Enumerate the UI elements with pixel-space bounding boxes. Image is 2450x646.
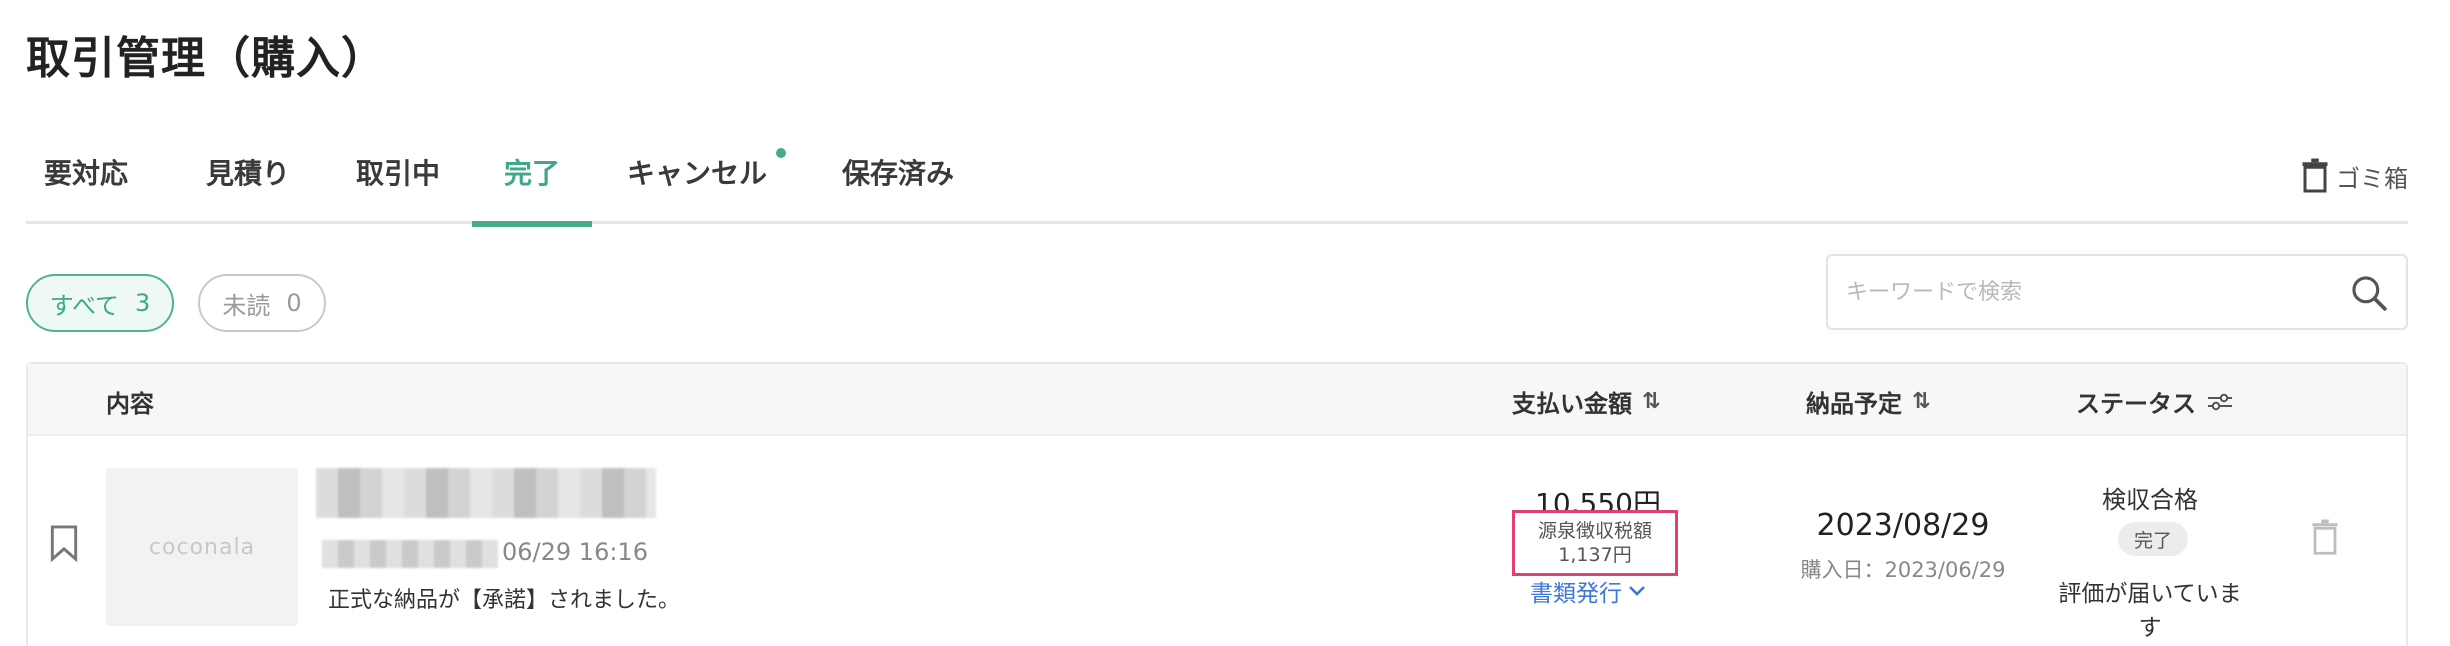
filter-unread-label: 未読 xyxy=(222,291,271,320)
blurred-seller-name xyxy=(322,540,498,568)
filter-unread[interactable]: 未読 0 xyxy=(198,274,326,332)
tab-cancelled[interactable]: キャンセル xyxy=(622,148,786,224)
tab-completed[interactable]: 完了 xyxy=(472,152,592,227)
withholding-tax-label: 源泉徴収税額 xyxy=(1537,520,1652,542)
table-header: 内容 支払い金額 ⇅ 納品予定 ⇅ ステータス xyxy=(28,364,2406,436)
header-content: 内容 xyxy=(106,384,154,419)
delivery-date: 2023/08/29 xyxy=(1816,508,1990,543)
header-delivery-label: 納品予定 xyxy=(1806,390,1902,418)
tab-cancelled-label: キャンセル xyxy=(626,157,767,190)
status-text: 検収合格 xyxy=(2102,486,2198,514)
status-badge: 完了 xyxy=(2118,522,2188,556)
withholding-tax-amount: 1,137円 xyxy=(1558,544,1632,566)
review-notice: 評価が届いています xyxy=(2058,581,2242,641)
document-issue-label: 書類発行 xyxy=(1530,581,1622,607)
filter-unread-count: 0 xyxy=(286,289,302,317)
trash-link[interactable]: ゴミ箱 xyxy=(2300,158,2408,194)
filter-settings-icon[interactable] xyxy=(2206,391,2234,413)
search-icon[interactable] xyxy=(2350,274,2388,312)
page-title: 取引管理（購入） xyxy=(26,33,386,84)
search-input[interactable] xyxy=(1846,256,2326,328)
header-delivery[interactable]: 納品予定 ⇅ xyxy=(1806,384,1930,419)
sort-icon[interactable]: ⇅ xyxy=(1642,389,1660,414)
header-status[interactable]: ステータス xyxy=(2076,384,2234,419)
item-message: 正式な納品が【承諾】されました。 xyxy=(328,588,681,613)
chevron-down-icon xyxy=(1629,586,1645,596)
filter-all-label: すべて xyxy=(49,291,120,320)
tab-in-progress[interactable]: 取引中 xyxy=(352,152,444,224)
item-date: 06/29 16:16 xyxy=(502,538,648,566)
filter-all-count: 3 xyxy=(135,289,151,317)
trash-icon xyxy=(2302,158,2328,193)
transactions-table: 内容 支払い金額 ⇅ 納品予定 ⇅ ステータス coconala 06/29 1… xyxy=(26,362,2408,646)
header-amount[interactable]: 支払い金額 ⇅ xyxy=(1512,384,1660,419)
header-amount-label: 支払い金額 xyxy=(1512,390,1632,418)
header-status-label: ステータス xyxy=(2076,390,2196,418)
notification-dot xyxy=(776,148,786,158)
blurred-service-title[interactable] xyxy=(316,468,656,518)
sort-icon[interactable]: ⇅ xyxy=(1912,389,1930,414)
header-content-label: 内容 xyxy=(106,390,154,418)
tab-saved[interactable]: 保存済み xyxy=(838,152,958,224)
search-box xyxy=(1826,254,2408,330)
filter-all[interactable]: すべて 3 xyxy=(26,274,174,332)
trash-link-label: ゴミ箱 xyxy=(2336,164,2408,193)
tab-bar: 要対応 見積り 取引中 完了 キャンセル 保存済み ゴミ箱 xyxy=(26,138,2408,227)
document-issue-dropdown[interactable]: 書類発行 xyxy=(1530,574,1646,608)
trash-icon[interactable] xyxy=(2310,518,2340,556)
tab-action-required[interactable]: 要対応 xyxy=(40,152,132,224)
tab-quotes[interactable]: 見積り xyxy=(202,152,294,224)
thumbnail-logo: coconala xyxy=(148,534,256,560)
bookmark-icon[interactable] xyxy=(48,524,80,562)
purchase-date: 購入日：2023/06/29 xyxy=(1800,558,2006,582)
withholding-tax-box: 源泉徴収税額 1,137円 xyxy=(1512,510,1678,576)
service-thumbnail[interactable]: coconala xyxy=(106,468,298,626)
